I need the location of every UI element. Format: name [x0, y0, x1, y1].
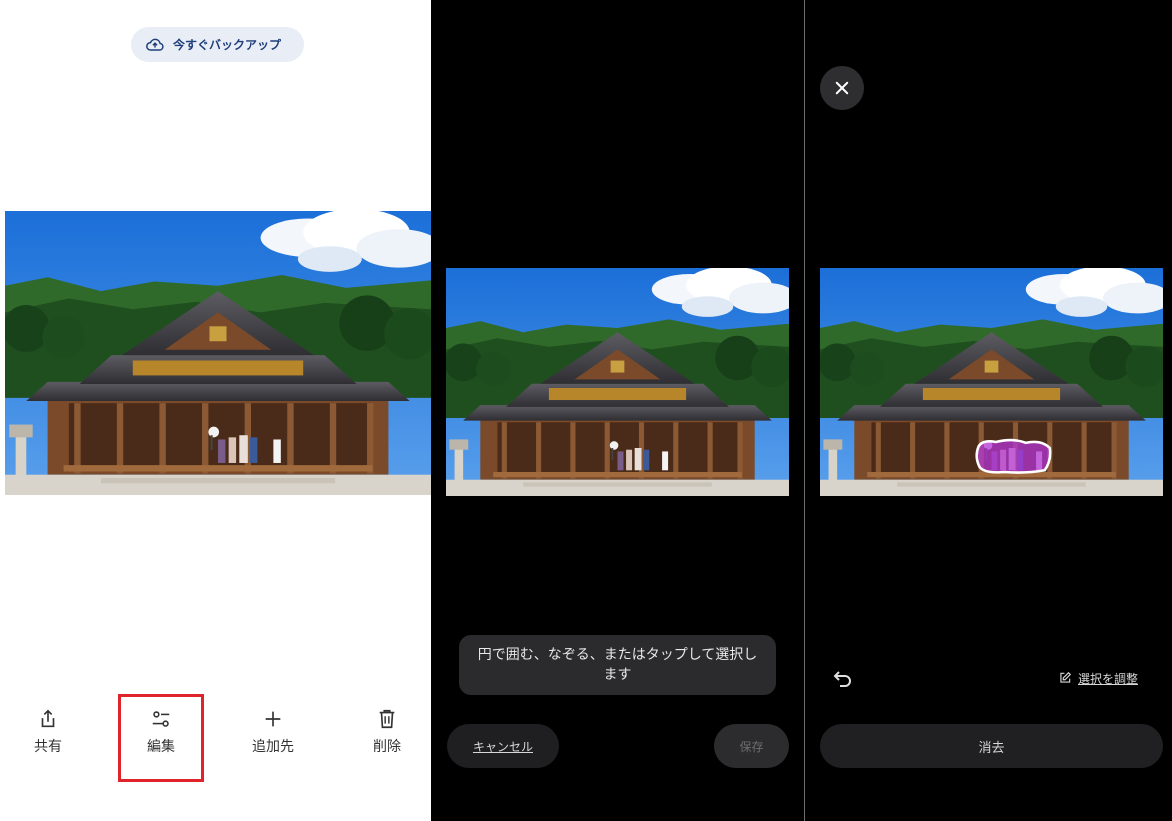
plus-icon — [265, 711, 281, 727]
temple-photo-selected[interactable] — [820, 268, 1163, 496]
edit-button[interactable]: 編集 — [121, 708, 201, 772]
temple-photo-select[interactable] — [446, 268, 789, 496]
temple-photo[interactable] — [5, 211, 431, 495]
undo-icon[interactable] — [831, 667, 855, 691]
selection-hint: 円で囲む、なぞる、またはタップして選択します — [459, 635, 776, 695]
selection-overlay — [975, 438, 1052, 474]
adjust-selection-label: 選択を調整 — [1078, 671, 1139, 686]
add-to-button[interactable]: 追加先 — [233, 708, 313, 772]
trash-icon — [379, 709, 395, 729]
share-label: 共有 — [34, 739, 62, 755]
close-icon — [835, 81, 849, 95]
backup-label: 今すぐバックアップ — [173, 38, 282, 52]
edit-tune-icon — [152, 711, 170, 727]
select-mode-panel: 円で囲む、なぞる、またはタップして選択します キャンセル 保存 — [431, 0, 804, 821]
close-button[interactable] — [820, 66, 864, 110]
edit-square-icon — [1060, 671, 1072, 683]
erase-mode-panel: 選択を調整 消去 — [805, 0, 1172, 821]
photo-viewer-panel: 今すぐバックアップ 共有 編集 追加先 削除 — [0, 0, 431, 821]
selection-hint-text: 円で囲む、なぞる、またはタップして選択します — [477, 647, 758, 683]
share-icon — [41, 709, 55, 728]
cloud-upload-icon — [146, 38, 164, 51]
edit-label: 編集 — [147, 739, 175, 755]
cancel-button[interactable]: キャンセル — [447, 724, 559, 768]
bottom-action-bar: 共有 編集 追加先 削除 — [0, 700, 431, 780]
share-button[interactable]: 共有 — [8, 708, 88, 772]
delete-label: 削除 — [373, 739, 401, 755]
adjust-selection-button[interactable]: 選択を調整 — [1058, 668, 1138, 688]
add-to-label: 追加先 — [252, 739, 294, 755]
save-button[interactable]: 保存 — [714, 724, 789, 768]
backup-now-button[interactable]: 今すぐバックアップ — [131, 27, 304, 62]
delete-button[interactable]: 削除 — [347, 708, 427, 772]
erase-button[interactable]: 消去 — [820, 724, 1163, 768]
